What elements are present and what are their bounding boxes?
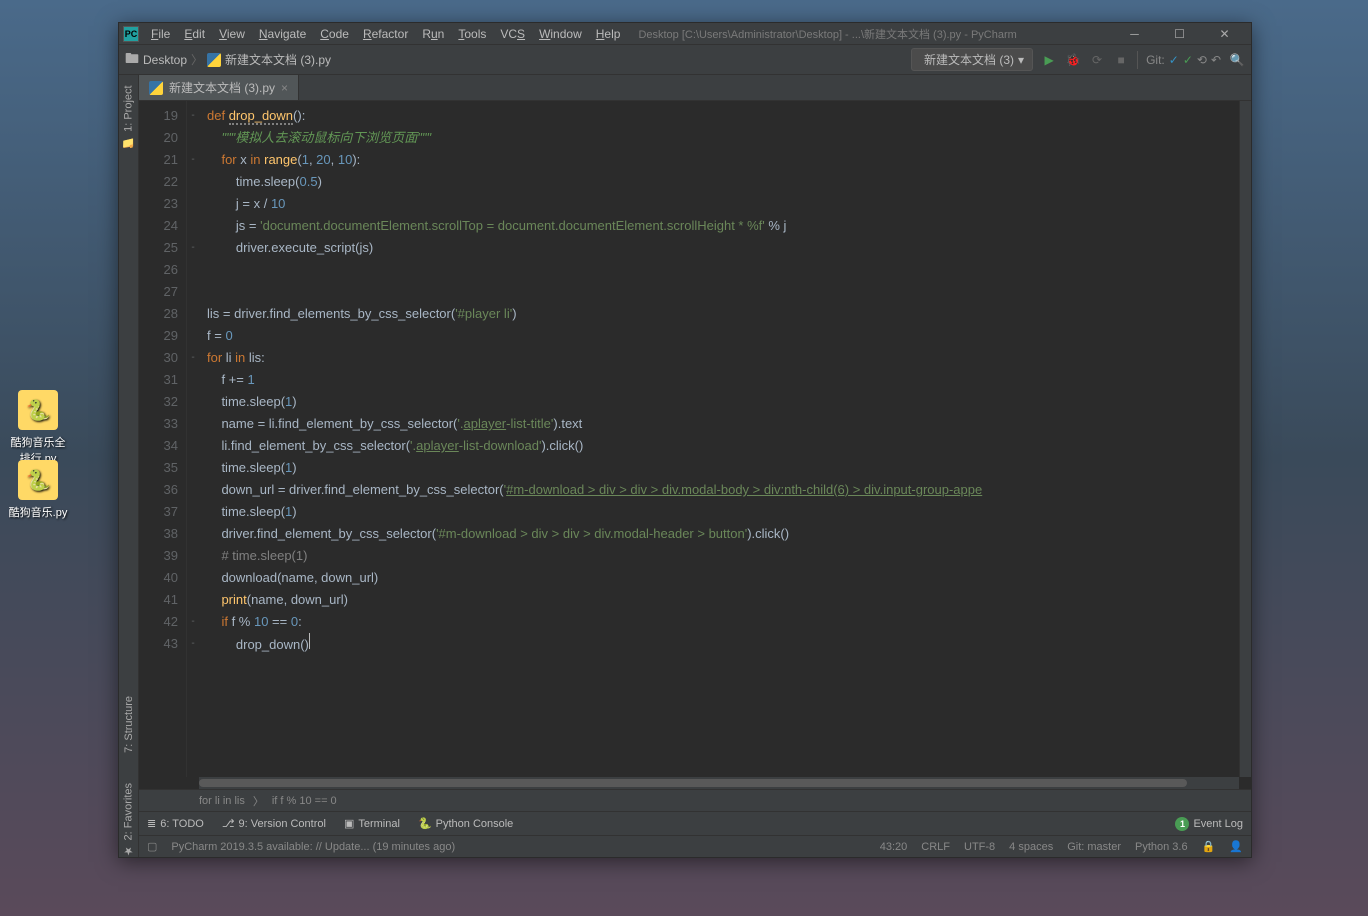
menu-run[interactable]: Run <box>416 25 450 43</box>
close-button[interactable]: ✕ <box>1202 24 1247 44</box>
run-coverage-button[interactable]: ⟳ <box>1089 52 1105 68</box>
sidebar-structure[interactable]: 7: Structure <box>123 696 135 753</box>
maximize-button[interactable]: ☐ <box>1157 24 1202 44</box>
tool-python-console[interactable]: 🐍Python Console <box>418 817 513 830</box>
menu-tools[interactable]: Tools <box>452 25 492 43</box>
line-separator[interactable]: CRLF <box>921 841 950 853</box>
left-toolwindow-bar: 📁1: Project 7: Structure ★2: Favorites <box>119 75 139 857</box>
menu-bar: File Edit View Navigate Code Refactor Ru… <box>145 25 626 43</box>
pycharm-window: PC File Edit View Navigate Code Refactor… <box>118 22 1252 858</box>
menu-code[interactable]: Code <box>314 25 355 43</box>
tool-event-log[interactable]: 1Event Log <box>1175 817 1243 831</box>
python-file-icon: 🐍 <box>18 460 58 500</box>
menu-help[interactable]: Help <box>590 25 627 43</box>
tool-vcs[interactable]: ⎇9: Version Control <box>222 817 326 830</box>
terminal-icon: ▣ <box>344 817 354 830</box>
desktop-icon[interactable]: 🐍 酷狗音乐全排行.py <box>8 390 68 466</box>
python-icon: 🐍 <box>418 817 432 830</box>
run-configuration[interactable]: 新建文本文档 (3) ▾ <box>911 48 1033 71</box>
breadcrumb-separator: 〉 <box>253 793 264 809</box>
window-title: Desktop [C:\Users\Administrator\Desktop]… <box>638 26 1112 42</box>
desktop-icon-label: 酷狗音乐.py <box>8 504 68 520</box>
code-breadcrumb: for li in lis 〉 if f % 10 == 0 <box>139 789 1251 811</box>
breadcrumb-item[interactable]: for li in lis <box>199 795 245 807</box>
status-bar: ▢ PyCharm 2019.3.5 available: // Update.… <box>139 835 1251 857</box>
encoding[interactable]: UTF-8 <box>964 841 995 853</box>
horizontal-scrollbar[interactable] <box>199 777 1239 789</box>
menu-navigate[interactable]: Navigate <box>253 25 312 43</box>
desktop-icon[interactable]: 🐍 酷狗音乐.py <box>8 460 68 520</box>
python-icon <box>207 53 221 67</box>
run-config-label: 新建文本文档 (3) <box>924 51 1014 68</box>
app-icon: PC <box>123 26 139 42</box>
status-icon: ▢ <box>147 840 157 853</box>
chevron-down-icon: ▾ <box>1018 53 1024 67</box>
menu-window[interactable]: Window <box>533 25 588 43</box>
tool-todo[interactable]: ≣6: TODO <box>147 817 204 830</box>
minimize-button[interactable]: ─ <box>1112 24 1157 44</box>
tab-label: 新建文本文档 (3).py <box>169 79 275 96</box>
tool-terminal[interactable]: ▣Terminal <box>344 817 400 830</box>
hector-icon[interactable]: 👤 <box>1229 840 1243 853</box>
breadcrumb-item[interactable]: if f % 10 == 0 <box>272 795 337 807</box>
navigation-toolbar: 🖿 Desktop 〉 新建文本文档 (3).py 新建文本文档 (3) ▾ ▶… <box>119 45 1251 75</box>
menu-vcs[interactable]: VCS <box>494 25 531 43</box>
titlebar: PC File Edit View Navigate Code Refactor… <box>119 23 1251 45</box>
python-interpreter[interactable]: Python 3.6 <box>1135 841 1188 853</box>
sidebar-favorites[interactable]: ★2: Favorites <box>122 783 135 857</box>
sidebar-project[interactable]: 📁1: Project <box>122 85 135 149</box>
fold-gutter: ------ <box>187 101 199 777</box>
breadcrumb: 🖿 Desktop 〉 新建文本文档 (3).py <box>125 48 911 72</box>
menu-refactor[interactable]: Refactor <box>357 25 414 43</box>
line-gutter: 1920212223242526272829303132333435363738… <box>139 101 187 777</box>
scrollbar-thumb[interactable] <box>199 779 1187 787</box>
indent[interactable]: 4 spaces <box>1009 841 1053 853</box>
menu-edit[interactable]: Edit <box>178 25 211 43</box>
code-content[interactable]: def drop_down(): """模拟人去滚动鼠标向下浏览页面""" fo… <box>199 101 1239 777</box>
code-editor[interactable]: 1920212223242526272829303132333435363738… <box>139 101 1251 777</box>
folder-icon: 🖿 <box>125 48 139 72</box>
git-branch[interactable]: Git: master <box>1067 841 1121 853</box>
python-icon <box>149 81 163 95</box>
python-file-icon: 🐍 <box>18 390 58 430</box>
git-revert-icon[interactable]: ↶ <box>1211 53 1221 67</box>
stop-button[interactable]: ■ <box>1113 52 1129 68</box>
git-update-icon[interactable]: ✓ <box>1169 53 1179 67</box>
breadcrumb-file[interactable]: 新建文本文档 (3).py <box>225 51 331 68</box>
breadcrumb-separator: 〉 <box>191 51 203 68</box>
menu-view[interactable]: View <box>213 25 251 43</box>
editor-tabs: 新建文本文档 (3).py × <box>139 75 1251 101</box>
git-history-icon[interactable]: ⟲ <box>1197 53 1207 67</box>
list-icon: ≣ <box>147 817 156 830</box>
branch-icon: ⎇ <box>222 817 235 830</box>
breadcrumb-folder[interactable]: Desktop <box>143 53 187 67</box>
git-commit-icon[interactable]: ✓ <box>1183 53 1193 67</box>
cursor-position[interactable]: 43:20 <box>880 841 908 853</box>
event-badge-icon: 1 <box>1175 817 1189 831</box>
search-icon[interactable]: 🔍 <box>1229 52 1245 68</box>
run-button[interactable]: ▶ <box>1041 52 1057 68</box>
error-stripe[interactable] <box>1239 101 1251 777</box>
git-label: Git: <box>1146 53 1165 67</box>
editor-tab[interactable]: 新建文本文档 (3).py × <box>139 75 299 100</box>
menu-file[interactable]: File <box>145 25 176 43</box>
close-icon[interactable]: × <box>281 81 288 95</box>
lock-icon[interactable]: 🔒 <box>1202 840 1216 853</box>
tool-window-bar: ≣6: TODO ⎇9: Version Control ▣Terminal 🐍… <box>139 811 1251 835</box>
status-message[interactable]: PyCharm 2019.3.5 available: // Update...… <box>171 841 455 853</box>
debug-button[interactable]: 🐞 <box>1065 52 1081 68</box>
